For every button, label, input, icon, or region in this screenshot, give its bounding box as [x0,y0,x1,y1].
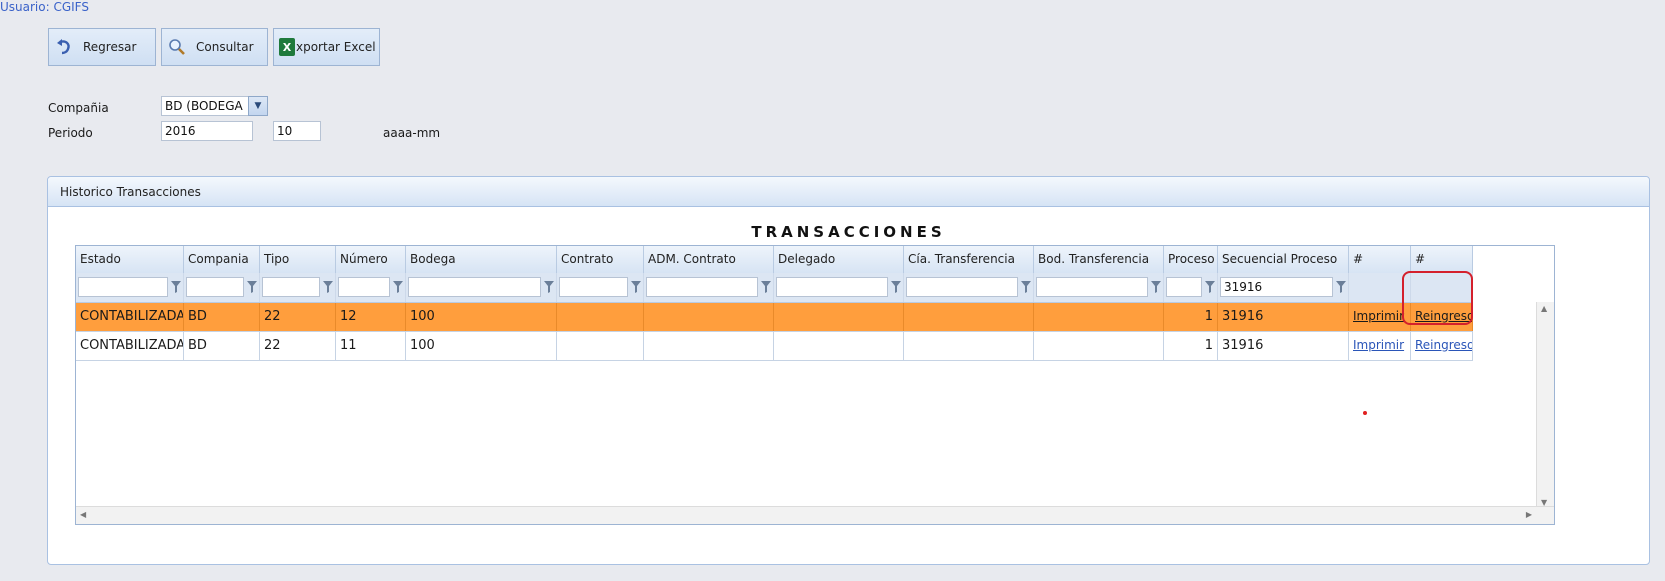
cell-print: Imprimir [1349,332,1411,360]
col-header-delegado[interactable]: Delegado [774,246,904,273]
history-panel: Historico Transacciones TRANSACCIONES Es… [47,176,1650,565]
cell-delegado [774,332,904,360]
cell-bod-transferencia [1034,332,1164,360]
col-header-hash-1[interactable]: # [1349,246,1411,273]
period-label: Periodo [48,126,93,140]
cursor-dot [1363,411,1367,415]
filter-input-bod-transferencia[interactable] [1036,277,1148,297]
period-format-hint: aaaa-mm [383,126,441,140]
export-excel-button-label: xportar Excel [296,40,376,54]
filter-funnel-icon[interactable] [631,281,641,293]
col-header-cia-transferencia[interactable]: Cía. Transferencia [904,246,1034,273]
filter-funnel-icon[interactable] [1021,281,1031,293]
col-header-bodega[interactable]: Bodega [406,246,557,273]
reingreso-link[interactable]: Reingreso [1415,338,1472,352]
export-excel-button[interactable]: X xportar Excel [273,28,380,66]
chevron-down-icon[interactable]: ▼ [248,96,268,116]
grid-filter-row [76,273,1473,303]
cell-bodega: 100 [406,303,557,331]
col-header-compania[interactable]: Compania [184,246,260,273]
filter-input-secuencial[interactable] [1220,277,1333,297]
filter-funnel-icon[interactable] [544,281,554,293]
print-link[interactable]: Imprimir [1353,338,1404,352]
company-label: Compañia [48,101,109,115]
filter-funnel-icon[interactable] [323,281,333,293]
horizontal-scrollbar[interactable]: ◀ ▶ [76,506,1554,524]
cell-estado: CONTABILIZADA [76,332,184,360]
company-select[interactable] [161,96,249,116]
cell-secuencial: 31916 [1218,303,1349,331]
table-row[interactable]: CONTABILIZADA BD 22 11 100 1 31916 Impri… [76,332,1473,361]
cell-contrato [557,332,644,360]
grid-header-row: Estado Compania Tipo Número Bodega Contr… [76,246,1473,274]
period-year-input[interactable] [161,121,253,141]
user-label: Usuario: CGIFS [0,0,89,14]
cell-adm-contrato [644,303,774,331]
col-header-tipo[interactable]: Tipo [260,246,336,273]
cell-proceso: 1 [1164,332,1218,360]
excel-icon: X [278,36,296,58]
col-header-contrato[interactable]: Contrato [557,246,644,273]
col-header-adm-contrato[interactable]: ADM. Contrato [644,246,774,273]
query-button-label: Consultar [196,40,254,54]
scroll-right-icon[interactable]: ▶ [1526,510,1532,519]
grid-title: TRANSACCIONES [751,223,946,241]
cell-tipo: 22 [260,332,336,360]
filter-funnel-icon[interactable] [761,281,771,293]
filter-funnel-icon[interactable] [1205,281,1215,293]
col-header-secuencial[interactable]: Secuencial Proceso [1218,246,1349,273]
cell-compania: BD [184,332,260,360]
highlight-annotation [1402,271,1473,325]
cell-bodega: 100 [406,332,557,360]
cell-cia-transferencia [904,303,1034,331]
cell-estado: CONTABILIZADA [76,303,184,331]
filter-input-delegado[interactable] [776,277,888,297]
magnifier-icon [166,36,188,58]
col-header-proceso[interactable]: Proceso [1164,246,1218,273]
filter-funnel-icon[interactable] [171,281,181,293]
filter-funnel-icon[interactable] [1336,281,1346,293]
back-arrow-icon [53,36,75,58]
cell-tipo: 22 [260,303,336,331]
filter-funnel-icon[interactable] [1151,281,1161,293]
col-header-numero[interactable]: Número [336,246,406,273]
filter-input-tipo[interactable] [262,277,320,297]
cell-secuencial: 31916 [1218,332,1349,360]
filter-funnel-icon[interactable] [393,281,403,293]
cell-proceso: 1 [1164,303,1218,331]
filter-input-bodega[interactable] [408,277,541,297]
col-header-bod-transferencia[interactable]: Bod. Transferencia [1034,246,1164,273]
filter-funnel-icon[interactable] [891,281,901,293]
filter-input-adm-contrato[interactable] [646,277,758,297]
cell-reingreso: Reingreso [1411,332,1473,360]
vertical-scrollbar[interactable]: ▲ ▼ [1536,302,1554,509]
back-button-label: Regresar [83,40,137,54]
cell-contrato [557,303,644,331]
scroll-up-icon[interactable]: ▲ [1541,304,1547,313]
col-header-hash-2[interactable]: # [1411,246,1473,273]
print-link[interactable]: Imprimir [1353,309,1404,323]
cell-compania: BD [184,303,260,331]
filter-input-contrato[interactable] [559,277,628,297]
table-row[interactable]: CONTABILIZADA BD 22 12 100 1 31916 Impri… [76,303,1473,332]
cell-numero: 12 [336,303,406,331]
filter-input-proceso[interactable] [1166,277,1202,297]
panel-title: Historico Transacciones [48,177,1649,207]
cell-cia-transferencia [904,332,1034,360]
filter-funnel-icon[interactable] [247,281,257,293]
filter-input-estado[interactable] [78,277,168,297]
cell-delegado [774,303,904,331]
cell-numero: 11 [336,332,406,360]
period-month-input[interactable] [273,121,321,141]
cell-bod-transferencia [1034,303,1164,331]
query-button[interactable]: Consultar [161,28,268,66]
transactions-grid: Estado Compania Tipo Número Bodega Contr… [75,245,1555,525]
back-button[interactable]: Regresar [48,28,156,66]
filter-input-cia-transferencia[interactable] [906,277,1018,297]
col-header-estado[interactable]: Estado [76,246,184,273]
filter-input-compania[interactable] [186,277,244,297]
scroll-left-icon[interactable]: ◀ [80,510,86,519]
cell-adm-contrato [644,332,774,360]
filter-input-numero[interactable] [338,277,390,297]
